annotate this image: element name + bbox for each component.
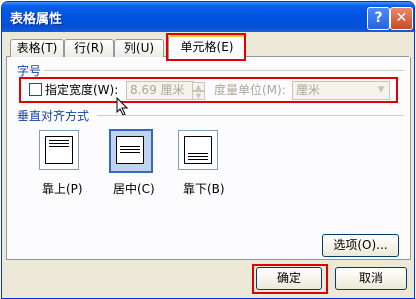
tab-row[interactable]: 行(R) <box>64 39 114 57</box>
ok-button[interactable]: 确定 <box>256 267 322 290</box>
width-input[interactable]: 8.69 厘米 <box>126 81 194 100</box>
close-icon[interactable]: ✕ <box>390 7 413 30</box>
help-icon[interactable]: ? <box>367 7 390 30</box>
table-properties-dialog: 表格属性 ? ✕ 表格(T) 行(R) 列(U) 单元格(E) 字号 指定宽度(… <box>1 1 415 299</box>
measure-unit-label: 度量单位(M): <box>214 83 286 97</box>
valign-center-lines <box>120 146 140 154</box>
valign-bottom-label: 靠下(B) <box>183 182 225 196</box>
title-bar[interactable]: 表格属性 ? ✕ <box>2 2 414 32</box>
valign-bottom-lines <box>188 153 208 161</box>
tab-column[interactable]: 列(U) <box>114 39 164 57</box>
valign-section-divider <box>97 115 404 116</box>
specify-width-label: 指定宽度(W): <box>45 83 119 97</box>
dialog-title: 表格属性 <box>10 12 63 27</box>
valign-section-title: 垂直对齐方式 <box>17 109 90 123</box>
valign-center-label: 居中(C) <box>113 182 155 196</box>
tab-cell-highlight <box>166 33 246 61</box>
valign-top-lines <box>49 140 69 148</box>
cancel-button[interactable]: 取消 <box>335 267 407 290</box>
valign-top-icon <box>45 136 73 164</box>
specify-width-checkbox[interactable] <box>29 83 42 96</box>
tab-table[interactable]: 表格(T) <box>10 39 64 57</box>
measure-unit-value: 厘米 <box>296 83 321 97</box>
valign-center-option[interactable] <box>109 129 153 173</box>
valign-top-label: 靠上(P) <box>42 182 83 196</box>
valign-bottom-icon <box>184 136 212 164</box>
valign-bottom-option[interactable] <box>178 130 218 170</box>
up-arrow-icon[interactable]: ▲ <box>192 82 205 91</box>
valign-top-option[interactable] <box>39 130 79 170</box>
down-arrow-icon[interactable]: ▼ <box>192 91 205 100</box>
chevron-down-icon[interactable]: ▼ <box>373 82 389 99</box>
mouse-pointer-icon <box>116 97 128 116</box>
size-section-divider <box>44 70 404 71</box>
valign-center-icon <box>116 136 144 164</box>
options-button[interactable]: 选项(O)... <box>322 234 399 257</box>
